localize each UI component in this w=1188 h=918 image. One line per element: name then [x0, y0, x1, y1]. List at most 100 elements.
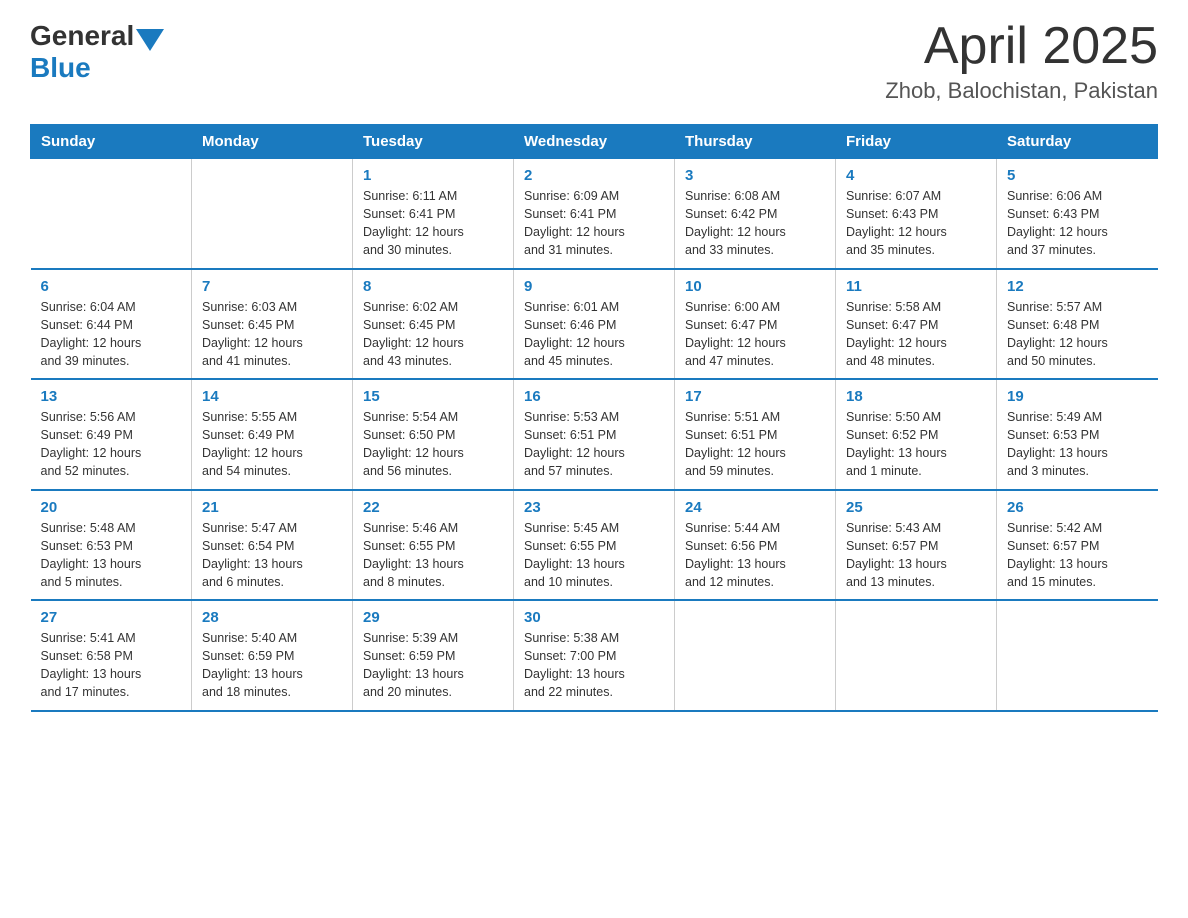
col-thursday: Thursday [675, 125, 836, 159]
table-row: 23 Sunrise: 5:45 AM Sunset: 6:55 PM Dayli… [514, 490, 675, 601]
table-row: 5 Sunrise: 6:06 AM Sunset: 6:43 PM Daylig… [997, 159, 1158, 269]
day-info: Sunrise: 5:49 AM Sunset: 6:53 PM Dayligh… [1007, 408, 1148, 481]
calendar-row: 1 Sunrise: 6:11 AM Sunset: 6:41 PM Daylig… [31, 159, 1158, 269]
logo: General Blue [30, 20, 166, 84]
day-number: 27 [41, 609, 182, 626]
table-row: 29 Sunrise: 5:39 AM Sunset: 6:59 PM Dayli… [353, 600, 514, 711]
day-number: 8 [363, 278, 503, 295]
day-number: 4 [846, 167, 986, 184]
logo-blue-text: Blue [30, 52, 91, 84]
calendar-row: 6 Sunrise: 6:04 AM Sunset: 6:44 PM Daylig… [31, 269, 1158, 380]
day-number: 18 [846, 388, 986, 405]
col-friday: Friday [836, 125, 997, 159]
day-info: Sunrise: 5:47 AM Sunset: 6:54 PM Dayligh… [202, 519, 342, 592]
day-number: 25 [846, 499, 986, 516]
table-row: 10 Sunrise: 6:00 AM Sunset: 6:47 PM Dayli… [675, 269, 836, 380]
day-info: Sunrise: 6:04 AM Sunset: 6:44 PM Dayligh… [41, 298, 182, 371]
day-info: Sunrise: 6:09 AM Sunset: 6:41 PM Dayligh… [524, 187, 664, 260]
day-info: Sunrise: 5:51 AM Sunset: 6:51 PM Dayligh… [685, 408, 825, 481]
day-info: Sunrise: 6:03 AM Sunset: 6:45 PM Dayligh… [202, 298, 342, 371]
day-number: 19 [1007, 388, 1148, 405]
day-info: Sunrise: 5:56 AM Sunset: 6:49 PM Dayligh… [41, 408, 182, 481]
table-row: 14 Sunrise: 5:55 AM Sunset: 6:49 PM Dayli… [192, 379, 353, 490]
day-info: Sunrise: 6:06 AM Sunset: 6:43 PM Dayligh… [1007, 187, 1148, 260]
day-number: 1 [363, 167, 503, 184]
day-number: 20 [41, 499, 182, 516]
day-info: Sunrise: 5:48 AM Sunset: 6:53 PM Dayligh… [41, 519, 182, 592]
table-row: 21 Sunrise: 5:47 AM Sunset: 6:54 PM Dayli… [192, 490, 353, 601]
day-info: Sunrise: 5:44 AM Sunset: 6:56 PM Dayligh… [685, 519, 825, 592]
day-info: Sunrise: 5:41 AM Sunset: 6:58 PM Dayligh… [41, 629, 182, 702]
calendar-row: 13 Sunrise: 5:56 AM Sunset: 6:49 PM Dayli… [31, 379, 1158, 490]
day-number: 11 [846, 278, 986, 295]
day-info: Sunrise: 5:55 AM Sunset: 6:49 PM Dayligh… [202, 408, 342, 481]
col-tuesday: Tuesday [353, 125, 514, 159]
table-row: 28 Sunrise: 5:40 AM Sunset: 6:59 PM Dayli… [192, 600, 353, 711]
day-info: Sunrise: 6:00 AM Sunset: 6:47 PM Dayligh… [685, 298, 825, 371]
table-row [836, 600, 997, 711]
calendar-row: 27 Sunrise: 5:41 AM Sunset: 6:58 PM Dayli… [31, 600, 1158, 711]
table-row: 22 Sunrise: 5:46 AM Sunset: 6:55 PM Dayli… [353, 490, 514, 601]
table-row: 8Sunrise: 6:02 AM Sunset: 6:45 PM Daylig… [353, 269, 514, 380]
day-info: Sunrise: 5:50 AM Sunset: 6:52 PM Dayligh… [846, 408, 986, 481]
day-info: Sunrise: 5:58 AM Sunset: 6:47 PM Dayligh… [846, 298, 986, 371]
day-number: 6 [41, 278, 182, 295]
location-text: Zhob, Balochistan, Pakistan [885, 78, 1158, 104]
day-number: 10 [685, 278, 825, 295]
day-info: Sunrise: 6:08 AM Sunset: 6:42 PM Dayligh… [685, 187, 825, 260]
table-row: 6 Sunrise: 6:04 AM Sunset: 6:44 PM Daylig… [31, 269, 192, 380]
col-saturday: Saturday [997, 125, 1158, 159]
day-info: Sunrise: 5:38 AM Sunset: 7:00 PM Dayligh… [524, 629, 664, 702]
table-row: 30 Sunrise: 5:38 AM Sunset: 7:00 PM Dayli… [514, 600, 675, 711]
table-row: 18 Sunrise: 5:50 AM Sunset: 6:52 PM Dayli… [836, 379, 997, 490]
table-row: 24 Sunrise: 5:44 AM Sunset: 6:56 PM Dayli… [675, 490, 836, 601]
table-row [675, 600, 836, 711]
day-number: 16 [524, 388, 664, 405]
day-info: Sunrise: 5:39 AM Sunset: 6:59 PM Dayligh… [363, 629, 503, 702]
calendar-header: Sunday Monday Tuesday Wednesday Thursday… [31, 125, 1158, 159]
day-number: 17 [685, 388, 825, 405]
table-row: 2Sunrise: 6:09 AM Sunset: 6:41 PM Daylig… [514, 159, 675, 269]
table-row: 27 Sunrise: 5:41 AM Sunset: 6:58 PM Dayli… [31, 600, 192, 711]
day-number: 21 [202, 499, 342, 516]
day-number: 29 [363, 609, 503, 626]
day-info: Sunrise: 5:42 AM Sunset: 6:57 PM Dayligh… [1007, 519, 1148, 592]
day-number: 24 [685, 499, 825, 516]
month-title: April 2025 [885, 20, 1158, 72]
day-number: 5 [1007, 167, 1148, 184]
table-row: 16 Sunrise: 5:53 AM Sunset: 6:51 PM Dayli… [514, 379, 675, 490]
day-info: Sunrise: 5:46 AM Sunset: 6:55 PM Dayligh… [363, 519, 503, 592]
day-number: 14 [202, 388, 342, 405]
table-row [997, 600, 1158, 711]
table-row: 11 Sunrise: 5:58 AM Sunset: 6:47 PM Dayli… [836, 269, 997, 380]
day-number: 15 [363, 388, 503, 405]
day-info: Sunrise: 5:43 AM Sunset: 6:57 PM Dayligh… [846, 519, 986, 592]
table-row: 12Sunrise: 5:57 AM Sunset: 6:48 PM Dayli… [997, 269, 1158, 380]
title-section: April 2025 Zhob, Balochistan, Pakistan [885, 20, 1158, 104]
table-row: 15Sunrise: 5:54 AM Sunset: 6:50 PM Dayli… [353, 379, 514, 490]
day-number: 3 [685, 167, 825, 184]
day-number: 30 [524, 609, 664, 626]
table-row [31, 159, 192, 269]
table-row: 1 Sunrise: 6:11 AM Sunset: 6:41 PM Daylig… [353, 159, 514, 269]
day-info: Sunrise: 6:11 AM Sunset: 6:41 PM Dayligh… [363, 187, 503, 260]
table-row: 20 Sunrise: 5:48 AM Sunset: 6:53 PM Dayli… [31, 490, 192, 601]
day-info: Sunrise: 5:53 AM Sunset: 6:51 PM Dayligh… [524, 408, 664, 481]
page-header: General Blue April 2025 Zhob, Balochista… [30, 20, 1158, 104]
day-number: 26 [1007, 499, 1148, 516]
table-row: 13 Sunrise: 5:56 AM Sunset: 6:49 PM Dayli… [31, 379, 192, 490]
day-number: 9 [524, 278, 664, 295]
day-info: Sunrise: 5:45 AM Sunset: 6:55 PM Dayligh… [524, 519, 664, 592]
day-number: 13 [41, 388, 182, 405]
calendar-row: 20 Sunrise: 5:48 AM Sunset: 6:53 PM Dayli… [31, 490, 1158, 601]
table-row: 9Sunrise: 6:01 AM Sunset: 6:46 PM Daylig… [514, 269, 675, 380]
table-row [192, 159, 353, 269]
day-number: 23 [524, 499, 664, 516]
day-number: 28 [202, 609, 342, 626]
day-info: Sunrise: 5:57 AM Sunset: 6:48 PM Dayligh… [1007, 298, 1148, 371]
header-row: Sunday Monday Tuesday Wednesday Thursday… [31, 125, 1158, 159]
table-row: 25 Sunrise: 5:43 AM Sunset: 6:57 PM Dayli… [836, 490, 997, 601]
col-wednesday: Wednesday [514, 125, 675, 159]
day-info: Sunrise: 5:40 AM Sunset: 6:59 PM Dayligh… [202, 629, 342, 702]
day-number: 22 [363, 499, 503, 516]
